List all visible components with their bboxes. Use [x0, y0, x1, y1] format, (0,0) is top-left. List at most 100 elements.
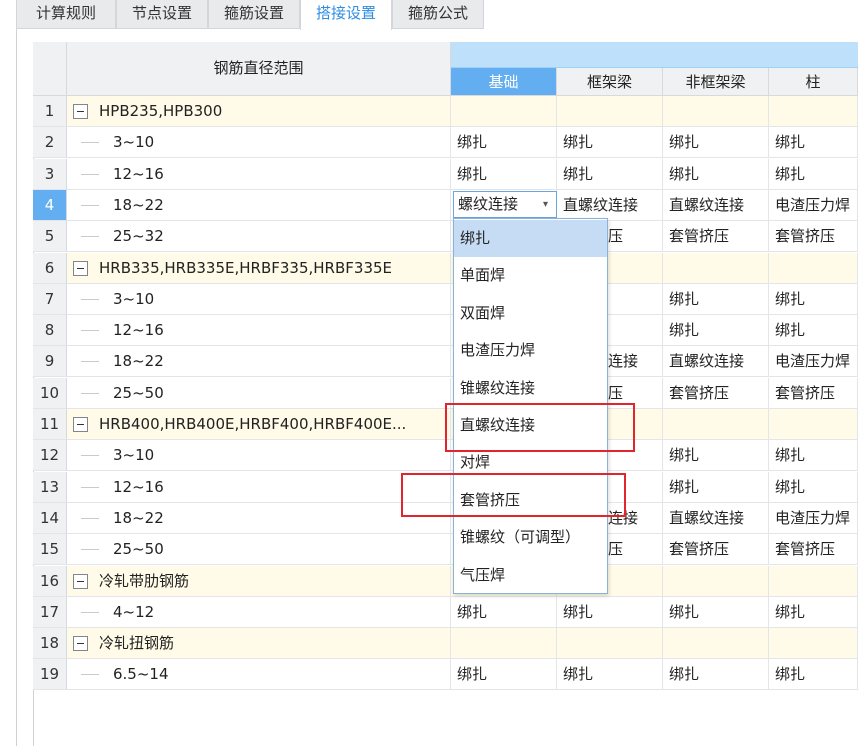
row-number[interactable]: 12: [33, 440, 67, 472]
diameter-range-cell[interactable]: 25~50: [67, 534, 451, 566]
dropdown-option[interactable]: 锥螺纹（可调型）: [454, 519, 607, 556]
diameter-range-cell[interactable]: 4~12: [67, 596, 451, 628]
connection-cell[interactable]: 电渣压力焊: [769, 189, 858, 221]
connection-cell[interactable]: 绑扎: [557, 158, 663, 190]
connection-cell[interactable]: 绑扎: [663, 659, 769, 691]
tab-5[interactable]: 箍筋公式: [392, 0, 484, 29]
connection-cell[interactable]: [769, 565, 858, 597]
table-group-row[interactable]: 18 冷轧扭钢筋: [33, 628, 858, 660]
connection-cell[interactable]: 套管挤压: [663, 221, 769, 253]
connection-cell[interactable]: [769, 409, 858, 440]
table-group-row[interactable]: 1 HPB235,HPB300: [33, 96, 858, 127]
connection-cell[interactable]: [663, 252, 769, 284]
connection-cell[interactable]: [663, 628, 769, 660]
row-number[interactable]: 8: [33, 315, 67, 347]
connection-cell[interactable]: 绑扎: [663, 596, 769, 628]
row-number[interactable]: 18: [33, 628, 67, 660]
connection-cell[interactable]: 直螺纹连接: [663, 346, 769, 378]
collapse-icon[interactable]: [73, 104, 88, 119]
diameter-range-cell[interactable]: HRB335,HRB335E,HRBF335,HRBF335E: [67, 252, 451, 284]
connection-cell[interactable]: 套管挤压: [663, 377, 769, 409]
connection-cell[interactable]: 绑扎: [663, 158, 769, 190]
connection-cell[interactable]: 绑扎: [769, 659, 858, 691]
dropdown-option[interactable]: 气压焊: [454, 557, 607, 594]
table-row[interactable]: 17 4~12 绑扎 绑扎 绑扎 绑扎: [33, 596, 858, 628]
diameter-range-cell[interactable]: 3~10: [67, 283, 451, 315]
dropdown-option[interactable]: 锥螺纹连接: [454, 370, 607, 407]
diameter-range-cell[interactable]: 6.5~14: [67, 659, 451, 691]
diameter-range-cell[interactable]: 冷轧扭钢筋: [67, 628, 451, 660]
table-row[interactable]: 8 12~16 绑扎 绑扎: [33, 315, 858, 347]
column-header-4[interactable]: 柱: [769, 68, 858, 96]
connection-cell[interactable]: 套管挤压: [769, 534, 858, 566]
connection-cell[interactable]: 绑扎: [769, 283, 858, 315]
row-number[interactable]: 15: [33, 534, 67, 566]
connection-cell[interactable]: [451, 628, 557, 660]
connection-cell[interactable]: 电渣压力焊: [769, 346, 858, 378]
table-row[interactable]: 4 18~22 直螺纹连接 直螺纹连接 电渣压力焊: [33, 189, 858, 221]
tab-2[interactable]: 节点设置: [116, 0, 208, 29]
collapse-icon[interactable]: [73, 636, 88, 652]
collapse-icon[interactable]: [73, 260, 88, 276]
connection-cell[interactable]: 绑扎: [769, 315, 858, 347]
connection-cell[interactable]: 绑扎: [663, 127, 769, 159]
collapse-icon[interactable]: [73, 417, 88, 432]
table-row[interactable]: 918~22直螺纹连接直螺纹连接电渣压力焊: [33, 346, 858, 378]
connection-cell[interactable]: 套管挤压: [769, 377, 858, 409]
row-number[interactable]: 7: [33, 283, 67, 315]
row-number[interactable]: 11: [33, 409, 67, 440]
collapse-icon[interactable]: [73, 573, 88, 589]
diameter-range-cell[interactable]: 18~22: [67, 346, 451, 378]
row-number[interactable]: 4: [33, 189, 67, 221]
diameter-range-cell[interactable]: HRB400,HRB400E,HRBF400,HRBF400E...: [67, 409, 451, 440]
row-number[interactable]: 14: [33, 502, 67, 534]
connection-cell[interactable]: [769, 628, 858, 660]
diameter-range-cell[interactable]: 25~50: [67, 377, 451, 409]
row-number[interactable]: 9: [33, 346, 67, 378]
connection-type-combobox[interactable]: 螺纹连接 ▾: [453, 191, 557, 218]
row-number[interactable]: 19: [33, 659, 67, 691]
table-row[interactable]: 2 3~10 绑扎 绑扎 绑扎 绑扎: [33, 127, 858, 159]
connection-cell[interactable]: 绑扎: [769, 158, 858, 190]
connection-cell[interactable]: 绑扎: [557, 596, 663, 628]
diameter-range-cell[interactable]: 冷轧带肋钢筋: [67, 565, 451, 597]
connection-cell[interactable]: 绑扎: [769, 440, 858, 472]
diameter-range-cell[interactable]: 12~16: [67, 471, 451, 503]
connection-cell[interactable]: 绑扎: [451, 127, 557, 159]
table-row[interactable]: 1525~50套管挤压套管挤压套管挤压: [33, 534, 858, 566]
connection-cell[interactable]: [557, 628, 663, 660]
dropdown-option[interactable]: 绑扎: [454, 220, 607, 257]
connection-cell[interactable]: 绑扎: [663, 440, 769, 472]
diameter-range-cell[interactable]: 3~10: [67, 440, 451, 472]
connection-cell[interactable]: 直螺纹连接: [663, 502, 769, 534]
row-number[interactable]: 16: [33, 565, 67, 597]
diameter-range-cell[interactable]: 3~10: [67, 127, 451, 159]
row-number[interactable]: 13: [33, 471, 67, 503]
diameter-range-cell[interactable]: HPB235,HPB300: [67, 96, 451, 127]
connection-cell[interactable]: 绑扎: [769, 127, 858, 159]
table-group-row[interactable]: 6 HRB335,HRB335E,HRBF335,HRBF335E: [33, 252, 858, 284]
range-column-header[interactable]: 钢筋直径范围: [67, 42, 451, 96]
row-number[interactable]: 6: [33, 252, 67, 284]
connection-cell[interactable]: [451, 96, 557, 127]
dropdown-option[interactable]: 电渣压力焊: [454, 332, 607, 369]
chevron-down-icon[interactable]: ▾: [543, 192, 548, 217]
connection-cell[interactable]: 绑扎: [663, 283, 769, 315]
connection-cell[interactable]: 绑扎: [557, 127, 663, 159]
connection-cell[interactable]: 绑扎: [451, 659, 557, 691]
column-header-3[interactable]: 非框架梁: [663, 68, 769, 96]
connection-cell[interactable]: 绑扎: [451, 158, 557, 190]
connection-cell[interactable]: 绑扎: [663, 471, 769, 503]
table-row[interactable]: 3 12~16 绑扎 绑扎 绑扎 绑扎: [33, 158, 858, 190]
diameter-range-cell[interactable]: 12~16: [67, 315, 451, 347]
connection-cell[interactable]: [769, 252, 858, 284]
connection-cell[interactable]: 直螺纹连接: [663, 189, 769, 221]
diameter-range-cell[interactable]: 18~22: [67, 502, 451, 534]
connection-cell[interactable]: 绑扎: [769, 596, 858, 628]
connection-cell[interactable]: 绑扎: [769, 471, 858, 503]
connection-cell[interactable]: 绑扎: [451, 596, 557, 628]
row-number[interactable]: 2: [33, 127, 67, 159]
row-number[interactable]: 3: [33, 158, 67, 190]
connection-cell[interactable]: [557, 96, 663, 127]
connection-cell[interactable]: [663, 565, 769, 597]
